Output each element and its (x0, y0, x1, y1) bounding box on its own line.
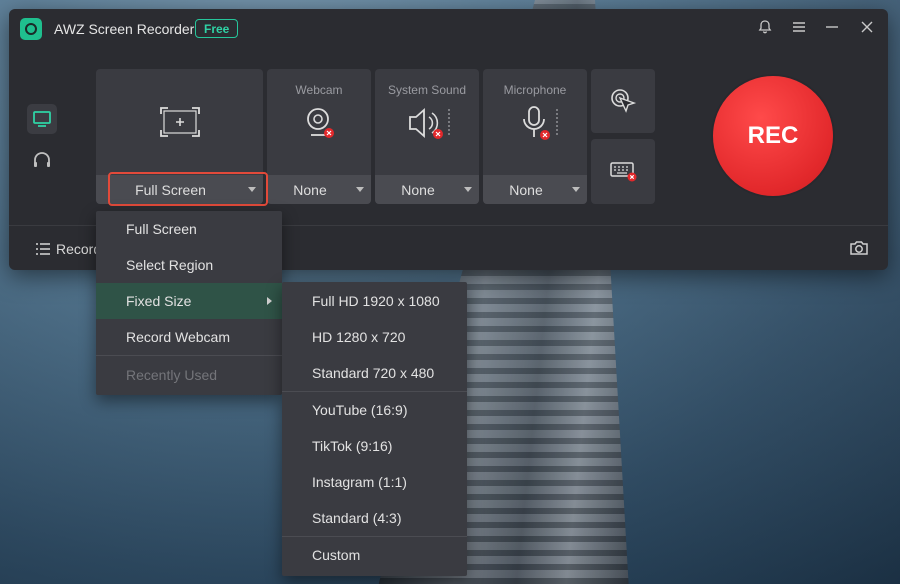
microphone-panel[interactable]: Microphone None (483, 69, 587, 204)
system-sound-dropdown[interactable]: None (375, 175, 479, 204)
screen-mode-highlight (108, 172, 268, 206)
system-sound-label: System Sound (387, 83, 467, 97)
submenu-item-full-hd[interactable]: Full HD 1920 x 1080 (282, 283, 467, 319)
microphone-label: Microphone (503, 83, 567, 97)
menu-item-fixed-size[interactable]: Fixed Size (96, 283, 282, 319)
screen-region-icon (160, 107, 200, 137)
webcam-value: None (293, 182, 327, 198)
keystroke-button[interactable] (591, 139, 655, 204)
sidebar-item-screen[interactable] (27, 104, 57, 134)
app-logo-icon (20, 18, 42, 40)
microphone-value: None (509, 182, 543, 198)
webcam-panel[interactable]: Webcam None (267, 69, 371, 204)
microphone-disabled-icon (523, 106, 558, 140)
bell-icon[interactable] (755, 19, 775, 39)
submenu-item-standard-720[interactable]: Standard 720 x 480 (282, 355, 467, 391)
webcam-label: Webcam (295, 83, 343, 97)
free-badge[interactable]: Free (195, 19, 239, 38)
title-bar: AWZ Screen Recorder Free (9, 9, 888, 49)
webcam-disabled-icon (307, 108, 334, 138)
chevron-down-icon (356, 187, 364, 192)
close-icon[interactable] (857, 19, 877, 39)
menu-item-recently-used: Recently Used (126, 367, 218, 383)
system-sound-panel[interactable]: System Sound None (375, 69, 479, 204)
system-sound-value: None (401, 182, 435, 198)
app-title: AWZ Screen Recorder (54, 21, 195, 37)
hamburger-menu-icon[interactable] (789, 19, 809, 39)
cursor-effect-button[interactable] (591, 69, 655, 133)
speaker-disabled-icon (409, 108, 450, 139)
cursor-click-icon (611, 89, 637, 113)
rec-button[interactable]: REC (713, 76, 833, 196)
monitor-icon (33, 111, 51, 127)
menu-item-select-region[interactable]: Select Region (96, 247, 282, 283)
menu-divider (96, 355, 282, 356)
chevron-right-icon (267, 297, 272, 305)
sidebar-item-audio[interactable] (27, 145, 57, 175)
minimize-icon[interactable] (822, 19, 842, 39)
camera-icon[interactable] (849, 239, 869, 262)
submenu-item-custom[interactable]: Custom (282, 537, 467, 573)
list-icon (36, 243, 50, 255)
submenu-item-tiktok[interactable]: TikTok (9:16) (282, 428, 467, 464)
submenu-item-youtube[interactable]: YouTube (16:9) (282, 392, 467, 428)
submenu-item-instagram[interactable]: Instagram (1:1) (282, 464, 467, 500)
headphones-icon (34, 152, 50, 167)
webcam-dropdown[interactable]: None (267, 175, 371, 204)
microphone-dropdown[interactable]: None (483, 175, 587, 204)
menu-item-record-webcam[interactable]: Record Webcam (96, 319, 282, 355)
keyboard-disabled-icon (610, 162, 637, 182)
submenu-item-hd[interactable]: HD 1280 x 720 (282, 319, 467, 355)
chevron-down-icon (464, 187, 472, 192)
fixed-size-submenu: Full HD 1920 x 1080 HD 1280 x 720 Standa… (282, 282, 467, 576)
screen-mode-menu: Full Screen Select Region Fixed Size Rec… (96, 211, 282, 395)
submenu-item-standard-4-3[interactable]: Standard (4:3) (282, 500, 467, 536)
chevron-down-icon (572, 187, 580, 192)
menu-item-fixed-size-label: Fixed Size (126, 293, 192, 309)
menu-item-full-screen[interactable]: Full Screen (96, 211, 282, 247)
